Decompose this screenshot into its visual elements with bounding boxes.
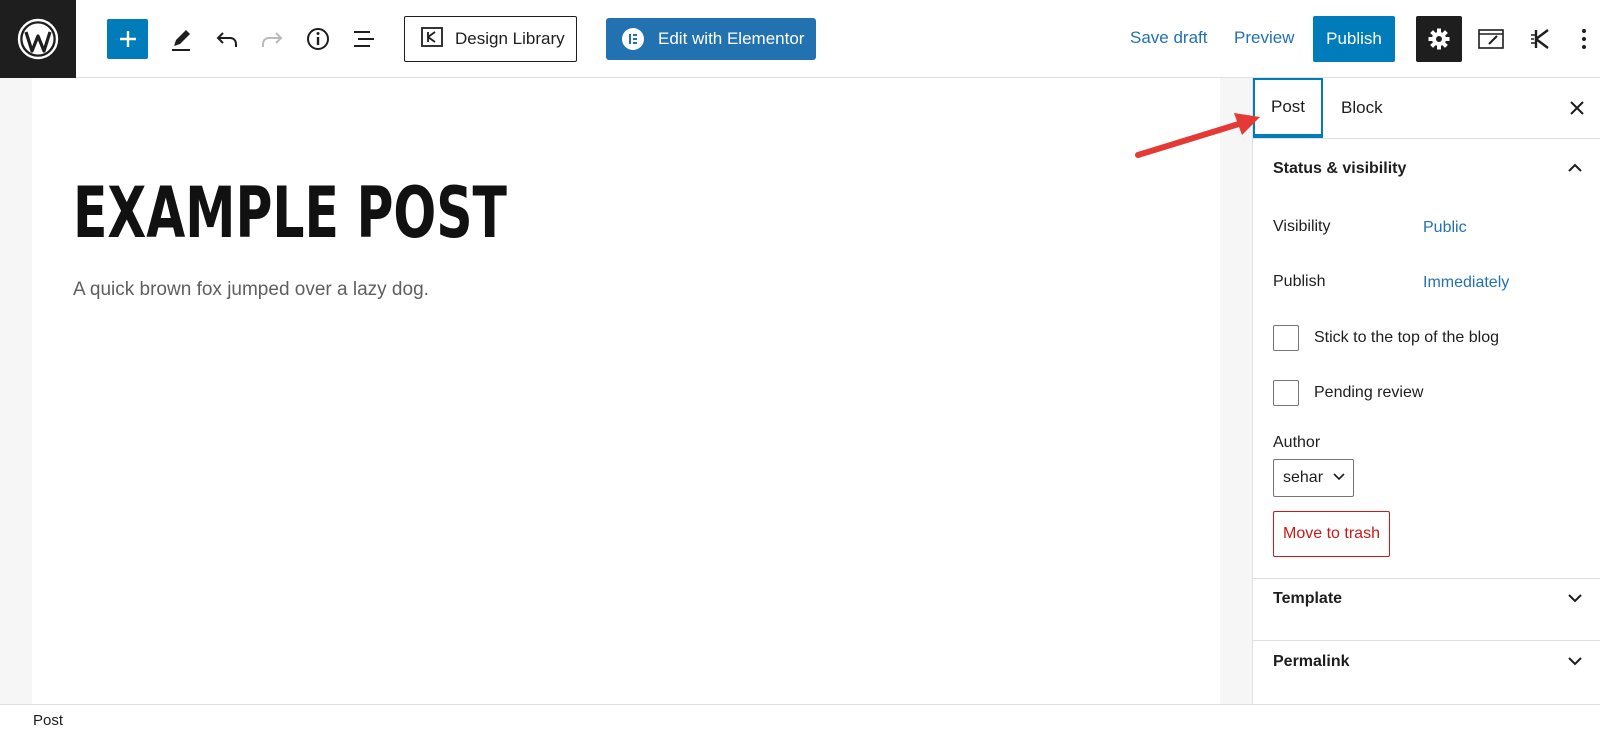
editor-gutter-right (1220, 78, 1252, 704)
wordpress-logo-icon[interactable] (0, 0, 76, 78)
author-select[interactable]: sehar (1273, 459, 1354, 497)
expand-template-button[interactable] (1565, 588, 1585, 608)
post-paragraph[interactable]: A quick brown fox jumped over a lazy dog… (73, 279, 429, 301)
pending-review-label[interactable]: Pending review (1314, 384, 1423, 402)
status-visibility-heading[interactable]: Status & visibility (1273, 160, 1406, 178)
tab-block[interactable]: Block (1341, 78, 1383, 138)
info-icon (307, 28, 329, 50)
gear-icon (1428, 28, 1450, 50)
visibility-label: Visibility (1273, 218, 1331, 235)
editor-gutter (0, 78, 32, 704)
chevron-down-icon (1568, 594, 1582, 603)
settings-button[interactable] (1416, 16, 1462, 62)
add-block-button[interactable] (107, 19, 148, 59)
pencil-icon (172, 30, 190, 51)
edit-with-elementor-button[interactable]: Edit with Elementor (606, 18, 816, 60)
pending-review-checkbox[interactable] (1273, 380, 1299, 406)
preview-button[interactable]: Preview (1234, 28, 1294, 48)
undo-button[interactable] (212, 24, 242, 54)
kadence-settings-button[interactable] (1526, 24, 1556, 54)
stick-to-top-checkbox[interactable] (1273, 325, 1299, 351)
design-library-button[interactable]: Design Library (404, 16, 577, 62)
visibility-value-link[interactable]: Public (1423, 219, 1467, 237)
save-draft-button[interactable]: Save draft (1130, 28, 1208, 48)
move-to-trash-button[interactable]: Move to trash (1273, 511, 1390, 557)
redo-icon (262, 32, 283, 47)
collapse-status-button[interactable] (1565, 158, 1585, 178)
annotation-arrow-icon (1135, 113, 1260, 158)
sidebar-tabs: Post Block (1253, 78, 1600, 139)
close-icon (1570, 101, 1584, 115)
publish-button[interactable]: Publish (1313, 16, 1395, 62)
author-label: Author (1273, 434, 1321, 451)
template-heading[interactable]: Template (1273, 590, 1342, 608)
chevron-up-icon (1568, 163, 1582, 172)
publish-label: Publish (1273, 273, 1326, 290)
publish-date-link[interactable]: Immediately (1423, 274, 1509, 292)
stick-to-top-label[interactable]: Stick to the top of the blog (1314, 329, 1499, 347)
undo-icon (216, 32, 237, 47)
editor-toolbar: Design Library Edit with Elementor Save … (0, 0, 1600, 78)
editor-tools-button[interactable] (1476, 24, 1506, 54)
plus-icon (119, 31, 136, 47)
details-button[interactable] (303, 24, 333, 54)
divider (1253, 640, 1600, 641)
options-button[interactable] (1574, 22, 1594, 56)
expand-permalink-button[interactable] (1565, 651, 1585, 671)
post-title[interactable]: EXAMPLE POST (73, 178, 507, 248)
list-view-icon (354, 31, 374, 47)
design-library-label: Design Library (455, 29, 565, 48)
kadence-icon (421, 26, 443, 52)
close-sidebar-button[interactable] (1565, 96, 1589, 120)
more-vertical-icon (1582, 29, 1586, 49)
elementor-icon (622, 28, 644, 50)
editor-panel-icon (1478, 29, 1504, 49)
redo-button[interactable] (257, 24, 287, 54)
permalink-heading[interactable]: Permalink (1273, 653, 1349, 671)
author-value: sehar (1283, 469, 1324, 486)
settings-sidebar: Post Block Status & visibility Visibilit… (1252, 78, 1600, 704)
elementor-label: Edit with Elementor (658, 29, 805, 48)
status-bar: Post (0, 704, 1600, 734)
edit-tools-button[interactable] (166, 24, 196, 54)
kadence-k-icon (1531, 29, 1549, 49)
list-view-button[interactable] (349, 24, 379, 54)
divider (1253, 578, 1600, 579)
breadcrumb[interactable]: Post (33, 712, 63, 729)
chevron-down-icon (1333, 473, 1345, 481)
chevron-down-icon (1568, 657, 1582, 666)
